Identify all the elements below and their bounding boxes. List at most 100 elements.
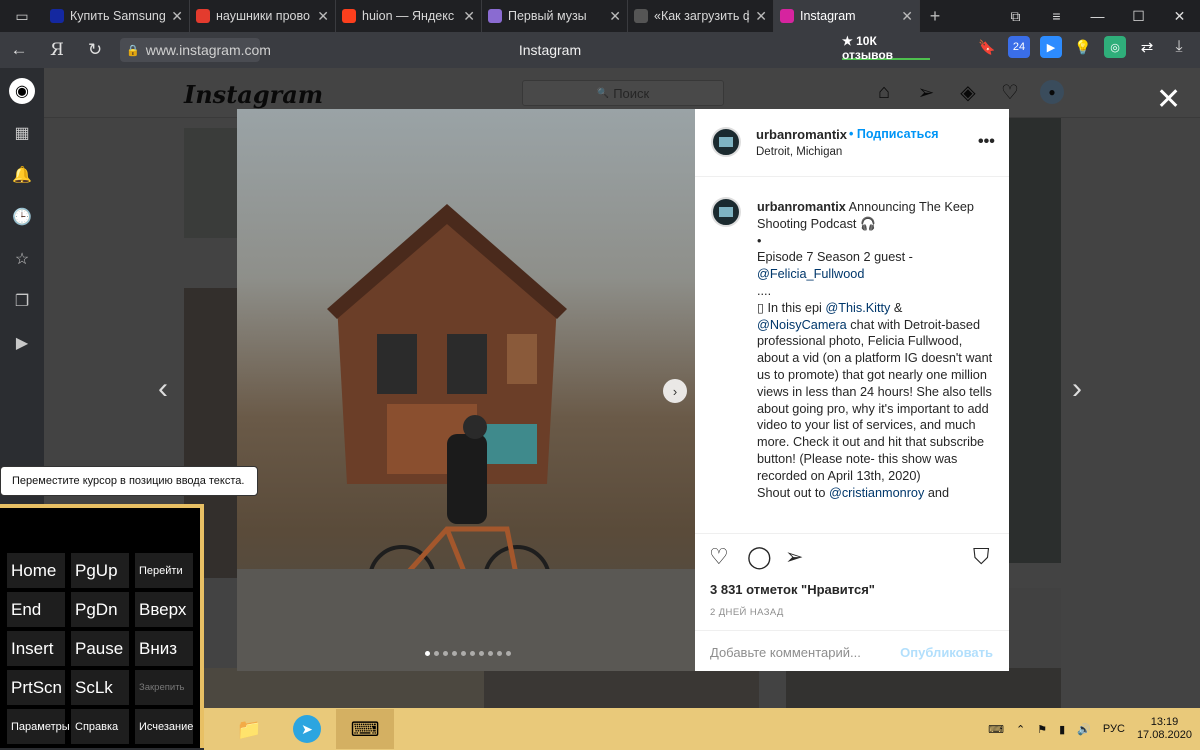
osk-key[interactable]: Параметры [7, 709, 70, 744]
save-icon[interactable]: ⛉ [973, 544, 990, 570]
media-icon[interactable]: ▶ [9, 330, 35, 356]
post-date[interactable]: 2 ДНЕЙ НАЗАД [710, 607, 784, 618]
tab-close-icon[interactable]: ✕ [171, 8, 183, 25]
volume-icon[interactable]: 🔊 [1077, 723, 1091, 736]
back-button[interactable]: ← [0, 40, 38, 60]
tab-item[interactable]: Купить Samsung ✕ [44, 0, 190, 32]
comment-icon[interactable]: ◯ [747, 544, 772, 570]
osk-key[interactable]: Вниз [135, 631, 193, 666]
caption-avatar[interactable] [711, 197, 741, 227]
download-icon[interactable]: ⤓ [1168, 36, 1190, 58]
author-avatar[interactable] [711, 127, 741, 157]
carousel-next-icon[interactable]: › [663, 379, 687, 403]
caption-text: Shout out to [757, 485, 829, 500]
follow-button[interactable]: • Подписаться [849, 127, 939, 141]
post-header: urbanromantix • Подписаться Detroit, Mic… [695, 109, 1009, 177]
tab-close-icon[interactable]: ✕ [463, 8, 475, 25]
calendar-ext-icon[interactable]: 24 [1008, 36, 1030, 58]
notifications-icon[interactable]: 🔔 [9, 162, 35, 188]
explorer-icon[interactable]: 📁 [220, 709, 278, 749]
caption-mention[interactable]: @NoisyCamera [757, 318, 847, 332]
menu-icon[interactable]: ≡ [1036, 0, 1077, 32]
publish-button[interactable]: Опубликовать [900, 645, 993, 660]
green-ext-icon[interactable]: ◎ [1104, 36, 1126, 58]
post-location[interactable]: Detroit, Michigan [756, 146, 842, 158]
yandex-icon [342, 9, 356, 23]
tab-item[interactable]: «Как загрузить ф ✕ [628, 0, 774, 32]
osk-key[interactable]: PgDn [71, 592, 129, 627]
caption-text: chat with Detroit-based professional pho… [757, 317, 993, 483]
carousel-dot [506, 651, 511, 656]
osk-key[interactable]: Home [7, 553, 65, 588]
osk-key[interactable]: End [7, 592, 65, 627]
bulb-ext-icon[interactable]: 💡 [1072, 36, 1094, 58]
close-icon[interactable]: ✕ [1156, 82, 1181, 117]
tab-close-icon[interactable]: ✕ [755, 8, 767, 25]
chevron-up-icon[interactable]: ⌃ [1016, 723, 1025, 736]
tab-close-icon[interactable]: ✕ [317, 8, 329, 25]
osk-key[interactable]: Справка [71, 709, 129, 744]
post-photo[interactable]: › [237, 109, 695, 671]
translate-ext-icon[interactable]: ⇄ [1136, 36, 1158, 58]
services-icon[interactable]: ▦ [9, 120, 35, 146]
tab-close-icon[interactable]: ✕ [901, 8, 913, 25]
comment-input[interactable]: Добавьте комментарий... [710, 645, 861, 660]
osk-key[interactable]: Закрепить [135, 670, 193, 705]
post-side-panel: urbanromantix • Подписаться Detroit, Mic… [695, 109, 1009, 671]
tab-item[interactable]: Instagram ✕ [774, 0, 920, 32]
caption-mention[interactable]: @This.Kitty [825, 301, 890, 315]
alice-icon[interactable]: ◉ [9, 78, 35, 104]
caption-text: & [890, 300, 903, 315]
osk-key[interactable]: Исчезание [135, 709, 193, 744]
collections-icon[interactable]: ❐ [9, 288, 35, 314]
osk-key[interactable]: Перейти [135, 553, 193, 588]
osk-app-icon[interactable]: ⌨ [336, 709, 394, 749]
sidebar-toggle-icon[interactable]: ▭ [0, 0, 44, 32]
language-indicator[interactable]: РУС [1103, 723, 1125, 735]
carousel-dot [443, 651, 448, 656]
keyboard-tray-icon[interactable]: ⌨ [988, 723, 1004, 736]
history-icon[interactable]: 🕒 [9, 204, 35, 230]
tab-label: Instagram [800, 9, 856, 23]
reload-button[interactable]: ↻ [76, 40, 114, 60]
tab-close-icon[interactable]: ✕ [609, 8, 621, 25]
osk-key[interactable]: PgUp [71, 553, 129, 588]
caption-username[interactable]: urbanromantix [757, 200, 846, 214]
carousel-dot [425, 651, 430, 656]
clock[interactable]: 13:19 17.08.2020 [1137, 716, 1192, 742]
maximize-button[interactable]: ☐ [1118, 0, 1159, 32]
more-options-icon[interactable]: ••• [978, 133, 995, 151]
tabs-icon[interactable]: ⧉ [995, 0, 1036, 32]
tab-item[interactable]: наушники прово ✕ [190, 0, 336, 32]
system-tray: ⌨ ⌃ ⚑ ▮ 🔊 РУС 13:19 17.08.2020 [988, 716, 1200, 742]
likes-count[interactable]: 3 831 отметок "Нравится" [710, 582, 875, 597]
network-icon[interactable]: ▮ [1059, 723, 1065, 736]
close-window-button[interactable]: ✕ [1159, 0, 1200, 32]
prev-post-arrow[interactable]: ‹ [158, 372, 168, 406]
tab-item[interactable]: Первый музы ✕ [482, 0, 628, 32]
bookmark-icon[interactable]: 🔖 [976, 36, 998, 58]
osk-key[interactable]: Insert [7, 631, 65, 666]
post-caption: urbanromantix Announcing The Keep Shooti… [757, 199, 993, 529]
url-field[interactable]: 🔒 www.instagram.com [120, 38, 271, 62]
osk-key[interactable]: Вверх [135, 592, 193, 627]
carousel-dot [461, 651, 466, 656]
osk-key[interactable]: Pause [71, 631, 129, 666]
caption-mention[interactable]: @Felicia_Fullwood [757, 267, 864, 281]
next-post-arrow[interactable]: › [1072, 372, 1082, 406]
new-tab-button[interactable]: + [920, 6, 950, 27]
like-icon[interactable]: ♡ [709, 544, 729, 570]
flag-icon[interactable]: ⚑ [1037, 723, 1047, 736]
tab-item[interactable]: huion — Яндекс ✕ [336, 0, 482, 32]
author-username[interactable]: urbanromantix [756, 127, 847, 142]
minimize-button[interactable]: — [1077, 0, 1118, 32]
reviews-badge[interactable]: ★ 10К отзывов [842, 34, 930, 62]
osk-key[interactable]: ScLk [71, 670, 129, 705]
osk-key[interactable]: PrtScn [7, 670, 65, 705]
caption-mention[interactable]: @cristianmonroy [829, 486, 924, 500]
yandex-icon[interactable]: Я [38, 40, 76, 60]
telegram-icon[interactable]: ➤ [278, 709, 336, 749]
zoom-ext-icon[interactable]: ▶ [1040, 36, 1062, 58]
favorites-icon[interactable]: ☆ [9, 246, 35, 272]
share-icon[interactable]: ➢ [785, 544, 803, 570]
